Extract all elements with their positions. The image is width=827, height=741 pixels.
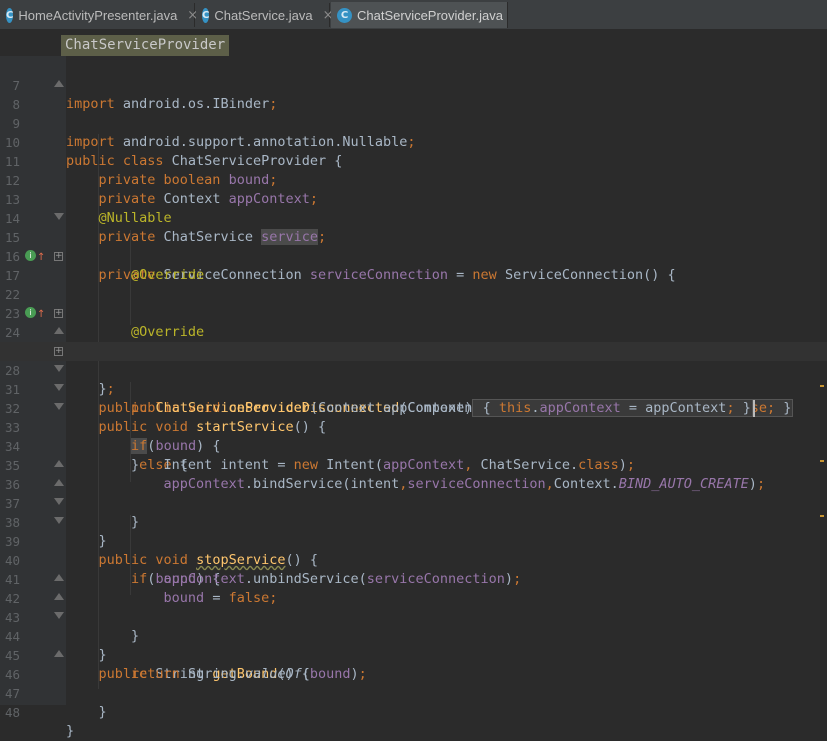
code-line[interactable]: 24 i ↑ + public void onServiceDisconnect… <box>0 304 827 417</box>
code-line[interactable]: 45 return String.valueOf(bound); <box>0 627 827 682</box>
fold-start-icon[interactable] <box>54 517 64 524</box>
expand-fold-icon[interactable]: + <box>54 252 63 261</box>
editor-tab-bar: C HomeActivityPresenter.java × C ChatSer… <box>0 0 827 30</box>
class-c-icon: C <box>6 7 14 23</box>
expand-fold-icon[interactable]: + <box>54 309 63 318</box>
code-line[interactable]: 37 } <box>0 475 827 549</box>
fold-end-icon[interactable] <box>54 574 64 581</box>
tab-label: ChatService.java <box>214 7 313 23</box>
code-line[interactable]: 10 public class ChatServiceProvider { <box>0 114 827 169</box>
override-method-icon[interactable]: i <box>25 307 36 318</box>
fold-start-icon[interactable] <box>54 612 64 619</box>
expand-fold-icon[interactable]: + <box>54 347 63 356</box>
code-line[interactable]: 42 } <box>0 570 827 644</box>
fold-start-icon[interactable] <box>54 384 64 391</box>
line-text: } <box>66 704 107 720</box>
code-line[interactable]: 13 @Nullable <box>0 171 827 226</box>
code-line[interactable]: 32 if(bound) { <box>0 380 827 454</box>
code-line[interactable]: 27 }; <box>0 323 827 397</box>
code-line[interactable]: 39 if(bound) { <box>0 513 827 587</box>
fold-start-icon[interactable] <box>54 213 64 220</box>
fold-end-icon[interactable] <box>54 327 64 334</box>
code-line[interactable]: 47 <box>0 665 827 701</box>
fold-start-icon[interactable] <box>54 498 64 505</box>
fold-start-icon[interactable] <box>54 403 64 410</box>
code-line[interactable]: 23 @Override <box>0 285 827 340</box>
code-line[interactable]: 40 appContext.unbindService(serviceConne… <box>0 532 827 587</box>
code-line[interactable]: 11 private boolean bound; <box>0 133 827 188</box>
class-c-icon: C <box>337 7 352 23</box>
breadcrumb-row: ChatServiceProvider <box>0 30 827 56</box>
tab-label: ChatServiceProvider.java <box>357 7 503 23</box>
code-line[interactable]: 34 Intent intent = new Intent(appContext… <box>0 418 827 473</box>
fold-end-icon[interactable] <box>54 80 64 87</box>
code-line[interactable]: 36 } <box>0 456 827 530</box>
fold-end-icon[interactable] <box>54 650 64 657</box>
code-line[interactable]: 8 import android.support.annotation.Null… <box>0 76 827 150</box>
arrow-up-icon: ↑ <box>37 252 46 263</box>
fold-start-icon[interactable] <box>54 365 64 372</box>
tab-chat-service[interactable]: C ChatService.java × <box>196 3 334 27</box>
code-line[interactable]: 22 <box>0 266 827 302</box>
breadcrumb[interactable]: ChatServiceProvider <box>61 35 230 56</box>
tab-home-activity-presenter[interactable]: C HomeActivityPresenter.java × <box>0 3 198 27</box>
tab-chat-service-provider[interactable]: C ChatServiceProvider.java <box>331 2 508 28</box>
code-line-current[interactable]: 28 + public ChatServiceProvider(Context … <box>0 342 827 417</box>
code-line[interactable]: 41 bound = false; <box>0 551 827 606</box>
override-method-icon[interactable]: i <box>25 250 36 261</box>
tab-label: HomeActivityPresenter.java <box>18 7 178 23</box>
code-line[interactable]: 16 @Override <box>0 228 827 283</box>
code-line[interactable]: 46 } <box>0 646 827 720</box>
code-line[interactable]: 17 i ↑ + public void onServiceConnected(… <box>0 247 827 360</box>
fold-end-icon[interactable] <box>54 593 64 600</box>
fold-end-icon[interactable] <box>54 460 64 467</box>
code-line[interactable]: 7 import android.os.IBinder; <box>0 57 827 112</box>
code-line[interactable]: 33 }else { <box>0 399 827 473</box>
line-number: 48 <box>4 705 20 720</box>
arrow-up-icon: ↑ <box>37 309 46 320</box>
code-line[interactable]: 38 public void stopService() { <box>0 494 827 568</box>
code-line[interactable]: 9 <box>0 95 827 131</box>
code-line[interactable]: 35 appContext.bindService(intent,service… <box>0 437 827 492</box>
code-line[interactable]: 31 public void startService() { <box>0 361 827 435</box>
line-text: } <box>66 723 75 739</box>
class-c-icon: C <box>202 7 210 23</box>
fold-end-icon[interactable] <box>54 479 64 486</box>
code-line[interactable]: 48 } <box>0 684 827 739</box>
code-line[interactable]: 43 } <box>0 589 827 663</box>
code-line[interactable]: 12 private Context appContext; <box>0 152 827 207</box>
code-line[interactable]: 14 private ChatService service; <box>0 190 827 245</box>
code-line[interactable]: 44 public String getBound() { <box>0 608 827 682</box>
code-line[interactable]: 15 private ServiceConnection serviceConn… <box>0 209 827 283</box>
